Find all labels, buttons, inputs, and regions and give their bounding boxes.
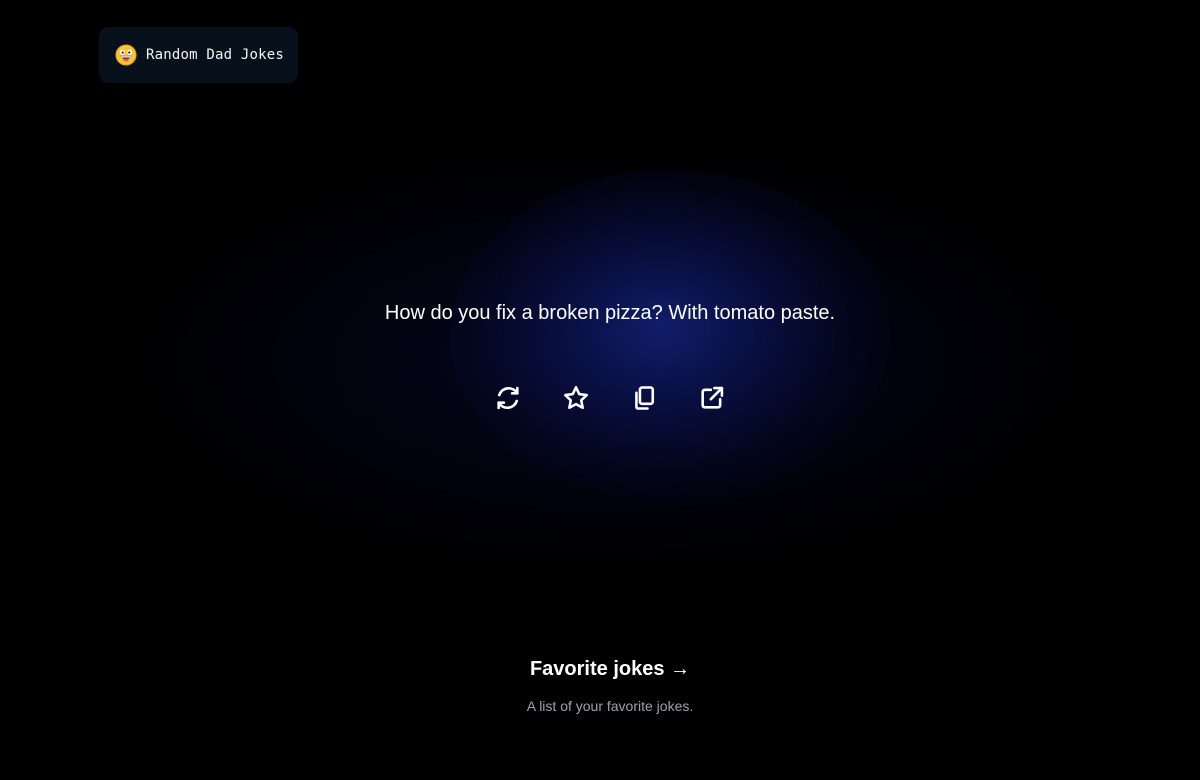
background-glow bbox=[450, 170, 890, 500]
refresh-icon bbox=[497, 386, 519, 410]
favorite-button[interactable] bbox=[556, 378, 596, 418]
favorite-jokes-link[interactable]: Favorite jokes → bbox=[0, 658, 1200, 681]
copy-button[interactable] bbox=[624, 378, 664, 418]
grinning-face-emoji-icon bbox=[115, 44, 137, 66]
app-title: Random Dad Jokes bbox=[146, 47, 285, 63]
app-logo-badge[interactable]: Random Dad Jokes bbox=[99, 27, 298, 83]
external-link-icon bbox=[701, 386, 724, 409]
joke-text: How do you fix a broken pizza? With toma… bbox=[384, 302, 836, 324]
copy-icon bbox=[635, 386, 655, 410]
refresh-button[interactable] bbox=[488, 378, 528, 418]
joke-actions bbox=[488, 378, 732, 418]
favorite-jokes-description: A list of your favorite jokes. bbox=[526, 698, 694, 714]
share-button[interactable] bbox=[692, 378, 732, 418]
star-icon bbox=[563, 385, 589, 410]
page: Random Dad Jokes How do you fix a broken… bbox=[0, 0, 1200, 780]
